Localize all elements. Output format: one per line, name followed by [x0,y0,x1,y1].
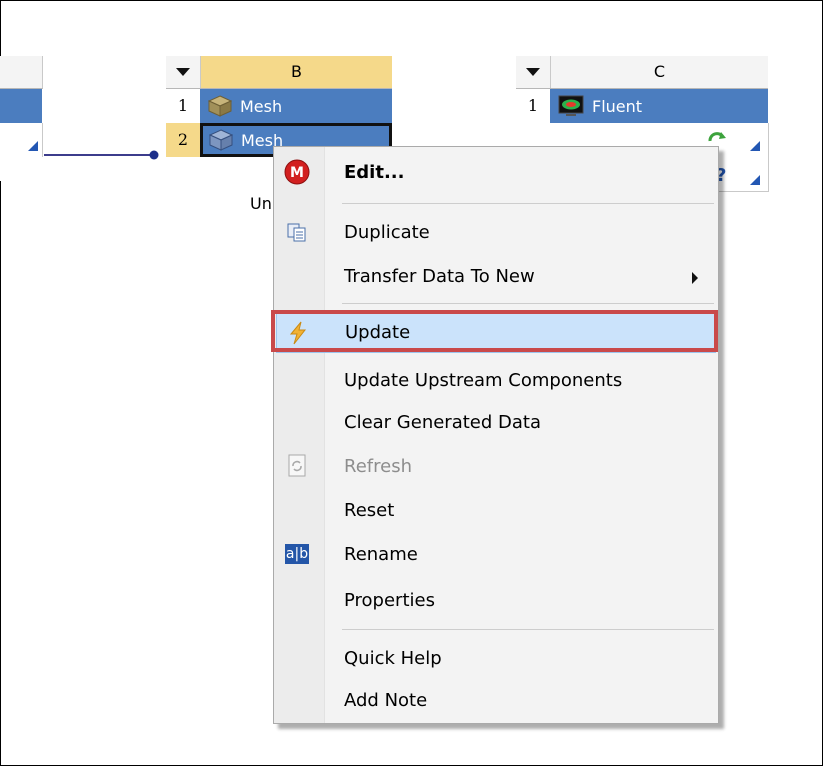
context-menu[interactable]: M Edit... Duplicate Transfer Data To New [273,146,719,724]
system-c-row-1[interactable]: 1 Fluent [516,89,768,123]
menu-item-label: Transfer Data To New [344,266,535,287]
menu-item-add-note[interactable]: Add Note [276,681,716,721]
menu-item-label: Refresh [344,456,412,477]
menu-item-rename[interactable]: a|b Rename [276,535,716,575]
system-a-header [0,56,43,89]
duplicate-icon [284,219,310,245]
status-corner-icon [750,175,760,185]
mesh-app-icon: M [284,159,310,185]
menu-separator [342,203,714,204]
row-number: 1 [166,89,200,123]
menu-item-reset[interactable]: Reset [276,491,716,531]
menu-item-update[interactable]: Update [276,313,716,353]
fluent-cell[interactable]: Fluent [550,89,768,123]
mesh-label: Mesh [240,96,283,116]
system-c-dropdown-button[interactable] [516,56,551,88]
system-b-dropdown-button[interactable] [166,56,201,88]
menu-item-clear-generated-data[interactable]: Clear Generated Data [276,403,716,443]
system-c-column-letter: C [551,56,768,88]
menu-item-label: Properties [344,590,435,611]
menu-item-label: Clear Generated Data [344,412,541,433]
menu-item-label: Reset [344,500,395,521]
fluent-label: Fluent [592,96,643,116]
menu-item-label: Duplicate [344,222,430,243]
system-b-column-letter: B [201,56,392,88]
mesh-blue-icon [209,129,233,151]
menu-item-properties[interactable]: Properties [276,581,716,621]
system-b-header: B [166,56,392,89]
svg-text:M: M [290,165,304,181]
fluent-icon [558,95,584,116]
menu-item-refresh[interactable]: Refresh [276,447,716,487]
menu-item-quick-help[interactable]: Quick Help [276,639,716,679]
system-b-row-1[interactable]: 1 Mesh [166,89,392,123]
menu-item-label: Add Note [344,690,428,711]
mesh-cell[interactable]: Mesh [200,89,392,123]
status-corner-icon [28,141,38,151]
menu-item-duplicate[interactable]: Duplicate [276,213,716,253]
system-a-row-2[interactable] [0,123,43,157]
dropdown-arrow-icon [176,68,190,76]
menu-item-update-upstream[interactable]: Update Upstream Components [276,361,716,401]
refresh-icon [284,453,310,479]
menu-item-label: Update Upstream Components [344,370,623,391]
dropdown-arrow-icon [526,68,540,76]
menu-item-edit[interactable]: M Edit... [276,153,716,193]
menu-item-label: Update [345,322,411,343]
mesh-icon [208,95,232,117]
menu-separator [342,629,714,630]
menu-item-label: Edit... [344,162,405,183]
system-a[interactable] [0,56,44,181]
menu-item-transfer-data[interactable]: Transfer Data To New [276,257,716,297]
row-number: 1 [516,89,550,123]
submenu-arrow-icon [692,272,698,284]
status-corner-icon [750,141,760,151]
rename-icon: a|b [285,544,309,564]
menu-separator [342,303,714,304]
lightning-icon [285,320,311,346]
system-c-header: C [516,56,768,89]
menu-item-label: Quick Help [344,648,442,669]
menu-item-label: Rename [344,544,418,565]
system-a-row-1[interactable] [0,89,42,123]
row-number: 2 [166,123,200,157]
